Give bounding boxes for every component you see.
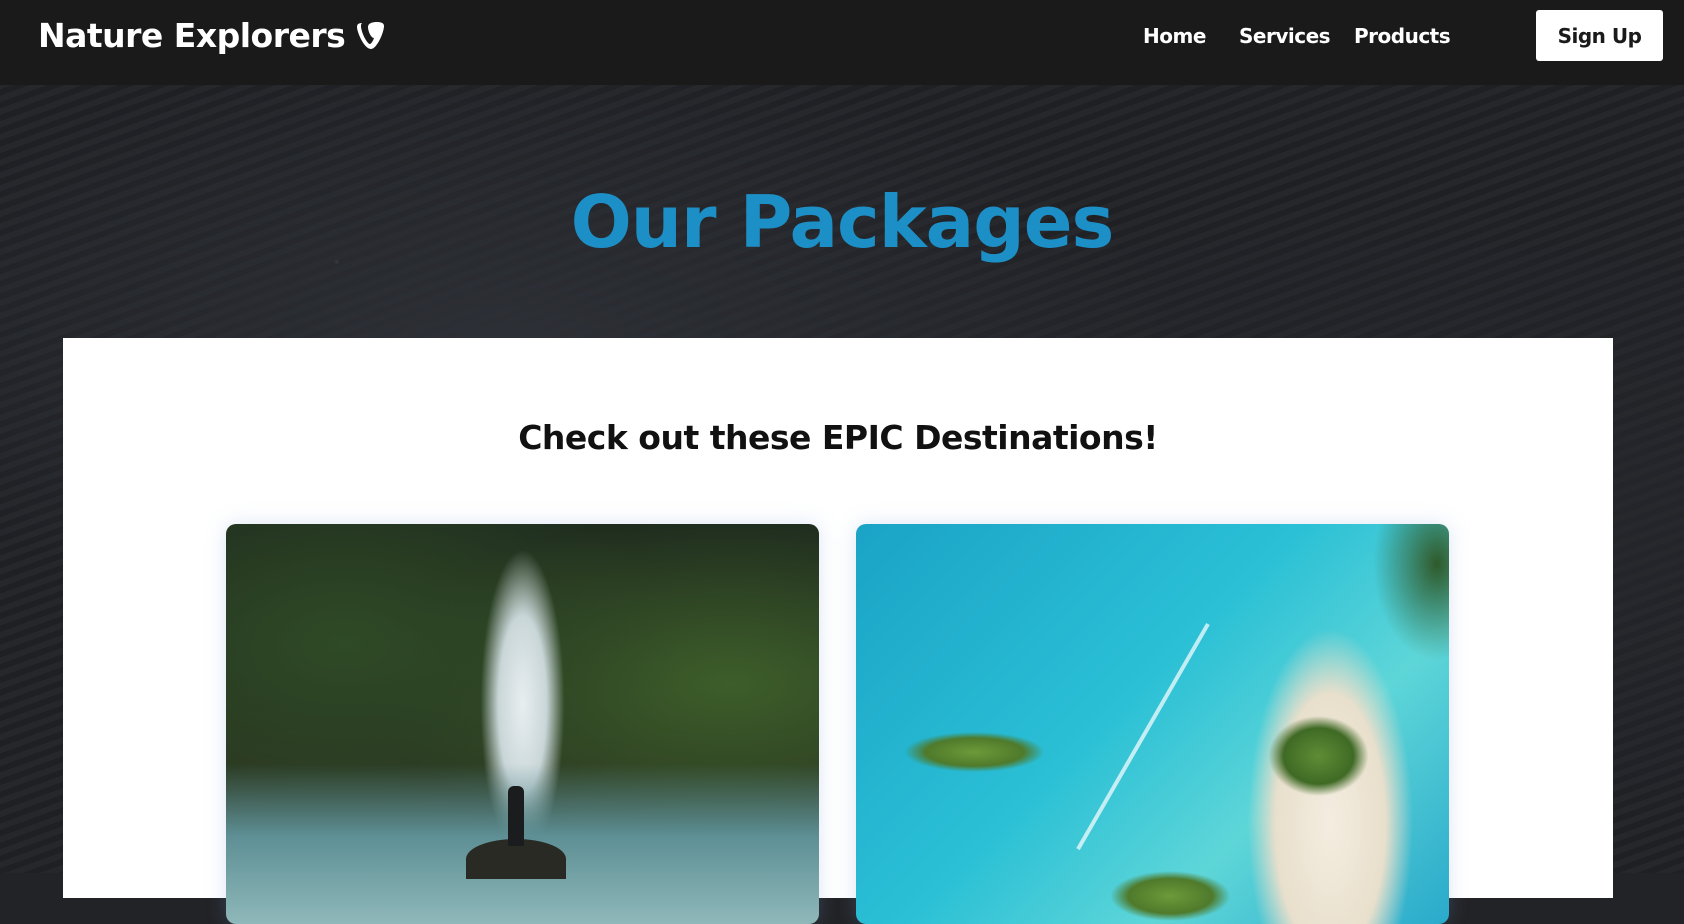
hiker-image-detail <box>508 786 524 846</box>
nav-products[interactable]: Products <box>1354 24 1451 48</box>
page-title: Our Packages <box>570 180 1115 264</box>
sign-up-button[interactable]: Sign Up <box>1536 10 1663 61</box>
packages-panel: Check out these EPIC Destinations! <box>63 338 1613 924</box>
section-heading: Check out these EPIC Destinations! <box>518 418 1158 457</box>
nav-home[interactable]: Home <box>1143 24 1206 48</box>
brand-logo[interactable]: Nature Explorers <box>38 16 385 55</box>
typo3-logo-icon <box>357 21 385 49</box>
top-navbar: Nature Explorers Home Services Products … <box>0 0 1684 85</box>
destination-card-islands[interactable] <box>856 524 1449 924</box>
boat-wake-image-detail <box>1076 623 1210 851</box>
destination-card-waterfall[interactable] <box>226 524 819 924</box>
nav-services[interactable]: Services <box>1239 24 1331 48</box>
brand-name: Nature Explorers <box>38 16 346 55</box>
